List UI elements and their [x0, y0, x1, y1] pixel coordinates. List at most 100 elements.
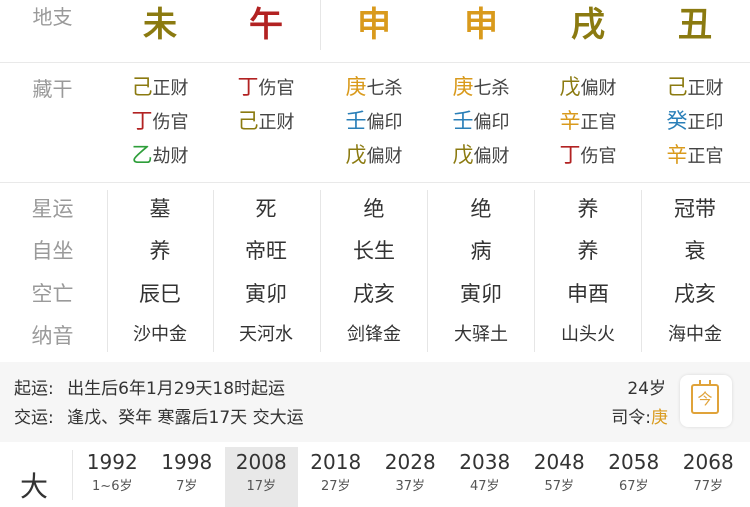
- canggan-row: 藏干 己正财 丁伤官 乙劫财 丁伤官 己正财 庚七杀 壬偏印 戊偏财 庚七杀 壬偏印 戊偏财 戊偏财辛…: [0, 70, 750, 178]
- xingyun-cell: 绝: [363, 197, 385, 221]
- zizuo-row: 自坐 养 帝旺 长生 病 养 衰: [0, 230, 750, 272]
- zizuo-cell: 帝旺: [245, 239, 287, 263]
- canggan-item: 癸正印: [642, 104, 749, 140]
- zizuo-label: 自坐: [31, 239, 74, 263]
- canggan-item: 乙劫财: [107, 138, 214, 174]
- nayin-cell: 大驿土: [454, 324, 508, 345]
- canggan-item: 壬偏印: [428, 104, 535, 140]
- kongwang-row: 空亡 辰巳 寅卯 戌亥 寅卯 申酉 戌亥: [0, 273, 750, 315]
- xingyun-cell: 死: [255, 197, 277, 221]
- canggan-item: 庚七杀: [321, 70, 428, 106]
- dizhi-char: 未: [143, 5, 177, 45]
- qiyun-text: 出生后6年1月29天18时起运: [67, 379, 286, 399]
- canggan-stem: 戊: [345, 143, 367, 167]
- kongwang-label: 空亡: [31, 282, 74, 306]
- dayun-item[interactable]: 2018 27岁: [300, 447, 373, 507]
- canggan-shishen: 偏财: [366, 146, 403, 167]
- dayun-item[interactable]: 2008 17岁: [225, 447, 298, 507]
- dayun-item[interactable]: 2028 37岁: [374, 447, 447, 507]
- nayin-cell: 剑锋金: [347, 324, 401, 345]
- canggan-item: 戊偏财: [535, 70, 642, 106]
- divider-line: [0, 182, 750, 183]
- dayun-year: 2058: [608, 450, 660, 474]
- canggan-item: 己正财: [642, 70, 749, 106]
- calendar-button[interactable]: 今: [680, 375, 732, 427]
- column-divider: [641, 190, 642, 352]
- canggan-shishen: 劫财: [152, 146, 189, 167]
- dayun-year: 2028: [384, 450, 436, 474]
- canggan-stem: 乙: [131, 143, 153, 167]
- dizhi-row: 地支 未 午 申 申 戌 丑: [0, 0, 750, 58]
- canggan-stem: 戊: [559, 75, 581, 99]
- dizhi-char: 午: [249, 5, 283, 45]
- canggan-stem: 己: [237, 109, 259, 133]
- dayun-year: 2018: [310, 450, 362, 474]
- canggan-stem: 辛: [666, 143, 688, 167]
- canggan-item: 己正财: [213, 104, 320, 140]
- canggan-shishen: 七杀: [366, 78, 403, 99]
- nayin-row: 纳音 沙中金 天河水 剑锋金 大驿土 山头火 海中金: [0, 315, 750, 355]
- dayun-age: 67岁: [618, 479, 649, 494]
- column-divider: [534, 190, 535, 352]
- canggan-item: 戊偏财: [428, 138, 535, 174]
- xingyun-cell: 养: [577, 197, 599, 221]
- canggan-stem: 庚: [345, 75, 367, 99]
- dizhi-char: 戌: [571, 5, 605, 45]
- nayin-label: 纳音: [31, 324, 74, 348]
- nayin-cell: 沙中金: [133, 324, 187, 345]
- dayun-item[interactable]: 1992 1~6岁: [76, 447, 149, 507]
- canggan-shishen: 正财: [152, 78, 189, 99]
- qiyun-line: 起运: 出生后6年1月29天18时起运: [14, 374, 285, 404]
- canggan-stem: 庚: [452, 75, 474, 99]
- canggan-item: 壬偏印: [321, 104, 428, 140]
- xingyun-row: 星运 墓 死 绝 绝 养 冠带: [0, 188, 750, 230]
- zizuo-cell: 养: [577, 239, 599, 263]
- dayun-year: 1992: [86, 450, 138, 474]
- calendar-glyph: 今: [697, 390, 713, 408]
- dayun-age: 47岁: [469, 479, 500, 494]
- kongwang-cell: 申酉: [567, 282, 609, 306]
- zizuo-cell: 病: [470, 239, 492, 263]
- dayun-item[interactable]: 2048 57岁: [523, 447, 596, 507]
- canggan-shishen: 偏印: [366, 112, 403, 133]
- dizhi-label: 地支: [32, 5, 73, 29]
- canggan-item: 丁伤官: [535, 138, 642, 174]
- canggan-shishen: 伤官: [580, 146, 617, 167]
- divider-pillars: [320, 0, 321, 50]
- xingyun-cell: 墓: [149, 197, 171, 221]
- canggan-shishen: 正财: [258, 112, 295, 133]
- canggan-item: 辛正官: [535, 104, 642, 140]
- canggan-stem: 丁: [237, 75, 259, 99]
- nayin-cell: 海中金: [668, 324, 722, 345]
- dayun-age: 57岁: [544, 479, 575, 494]
- dayun-year: 2008: [235, 450, 287, 474]
- canggan-shishen: 偏财: [473, 146, 510, 167]
- column-divider: [213, 190, 214, 352]
- dayun-age: 7岁: [176, 479, 198, 494]
- canggan-shishen: 伤官: [258, 78, 295, 99]
- jiaoyun-line: 交运: 逢戊、癸年 寒露后17天 交大运: [14, 403, 304, 433]
- nayin-cell: 天河水: [239, 324, 293, 345]
- canggan-shishen: 正财: [687, 78, 724, 99]
- canggan-shishen: 伤官: [152, 112, 189, 133]
- canggan-shishen: 偏财: [580, 78, 617, 99]
- canggan-stem: 戊: [452, 143, 474, 167]
- canggan-stem: 丁: [131, 109, 153, 133]
- dayun-item[interactable]: 1998 7岁: [151, 447, 224, 507]
- siling-line: 司令:庚: [588, 403, 668, 433]
- column-divider: [107, 190, 108, 352]
- canggan-stem: 己: [131, 75, 153, 99]
- dayun-age: 77岁: [693, 479, 724, 494]
- canggan-shishen: 正官: [580, 112, 617, 133]
- calendar-icon: 今: [691, 380, 719, 414]
- canggan-item: 丁伤官: [107, 104, 214, 140]
- jiaoyun-text: 逢戊、癸年 寒露后17天 交大运: [67, 408, 304, 428]
- kongwang-cell: 戌亥: [674, 282, 716, 306]
- dayun-item[interactable]: 2068 77岁: [672, 447, 745, 507]
- column-divider: [427, 190, 428, 352]
- zizuo-cell: 衰: [684, 239, 706, 263]
- xingyun-cell: 绝: [470, 197, 492, 221]
- dizhi-char: 申: [464, 5, 498, 45]
- dayun-item[interactable]: 2058 67岁: [598, 447, 671, 507]
- dayun-item[interactable]: 2038 47岁: [449, 447, 522, 507]
